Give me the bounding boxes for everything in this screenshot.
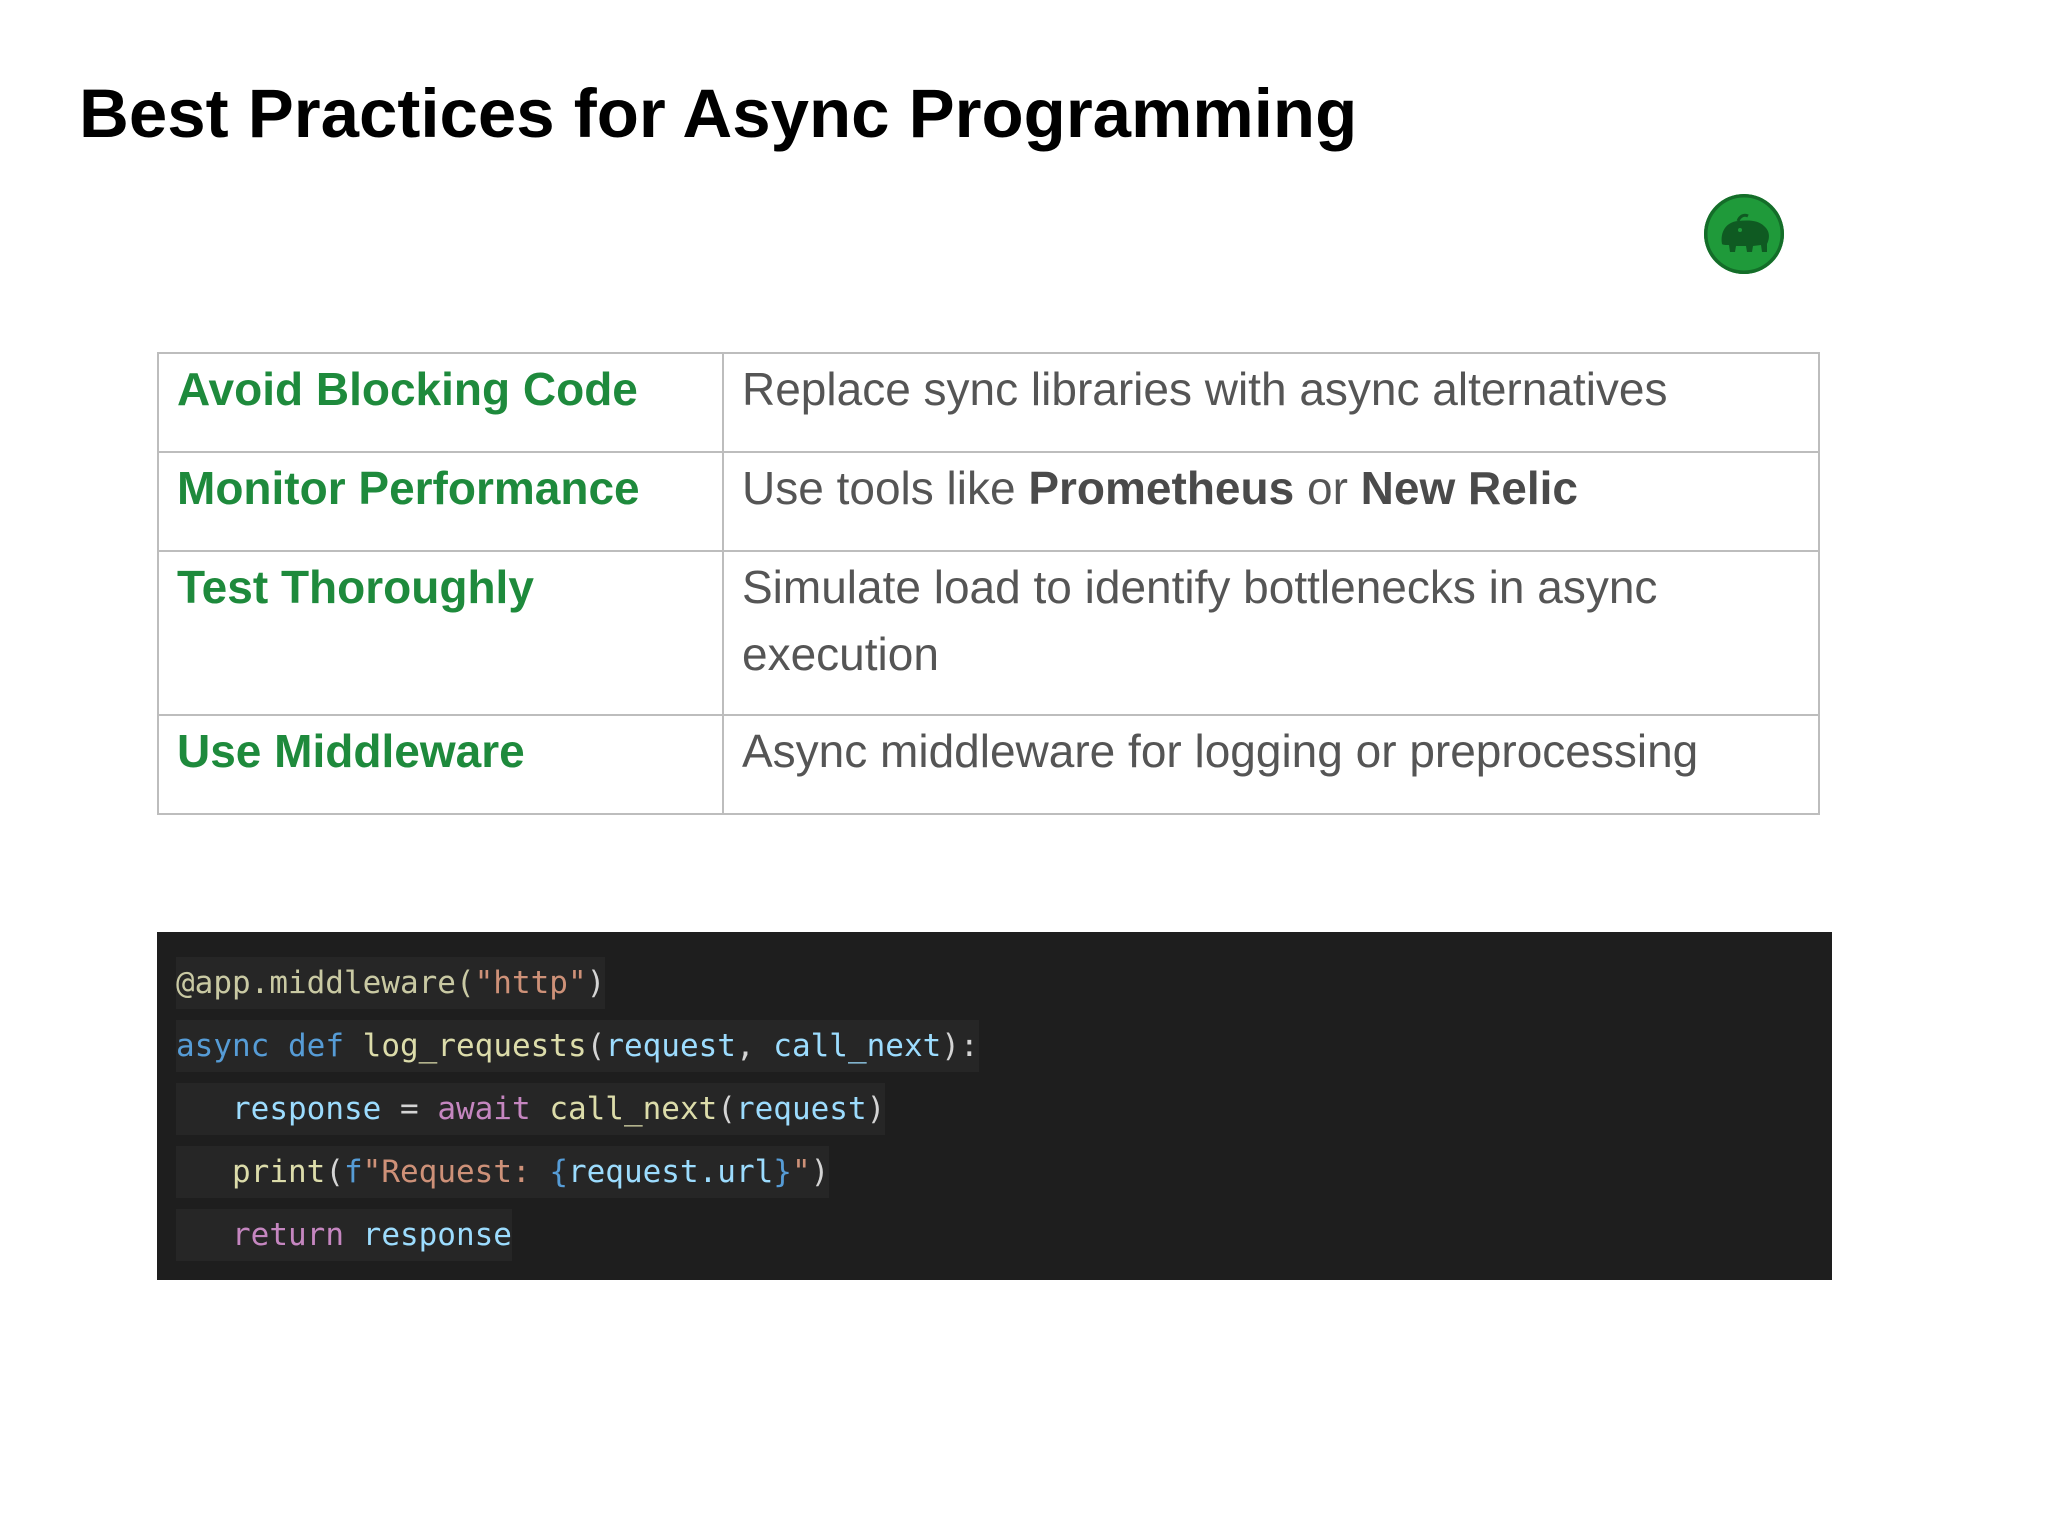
- code-line-content: return response: [176, 1208, 512, 1261]
- practice-name: Monitor Performance: [157, 451, 724, 552]
- code-punctuation: ): [586, 964, 606, 1001]
- code-line-content: response = await call_next(request): [176, 1082, 886, 1135]
- code-line: return response: [176, 1202, 1814, 1265]
- code-function: log_requests: [362, 1027, 587, 1064]
- practice-description: Async middleware for logging or preproce…: [722, 714, 1820, 815]
- table-row: Use Middleware Async middleware for logg…: [157, 714, 1820, 815]
- code-keyword: def: [288, 1027, 344, 1064]
- code-parameter: request: [605, 1027, 736, 1064]
- code-line-content: print(f"Request: {request.url}"): [176, 1145, 830, 1198]
- code-line: response = await call_next(request): [176, 1076, 1814, 1139]
- code-punctuation: ): [866, 1090, 886, 1127]
- description-text: or: [1294, 462, 1361, 514]
- code-expression: request.url: [567, 1153, 774, 1190]
- table-row: Avoid Blocking Code Replace sync librari…: [157, 352, 1820, 453]
- practice-description: Use tools like Prometheus or New Relic: [722, 451, 1820, 552]
- code-line: print(f"Request: {request.url}"): [176, 1139, 1814, 1202]
- practice-name: Avoid Blocking Code: [157, 352, 724, 453]
- code-decorator: @app.middleware(: [176, 964, 475, 1001]
- logo: [1704, 194, 1784, 274]
- practice-name: Use Middleware: [157, 714, 724, 815]
- code-punctuation: ,: [735, 1027, 774, 1064]
- code-function: call_next: [549, 1090, 718, 1127]
- tool-name: New Relic: [1360, 462, 1578, 514]
- code-variable: response: [232, 1090, 382, 1127]
- code-punctuation: (: [717, 1090, 736, 1127]
- code-line-content: @app.middleware("http"): [176, 956, 606, 1009]
- code-brace: {: [549, 1153, 568, 1190]
- code-line: async def log_requests(request, call_nex…: [176, 1013, 1814, 1076]
- code-fstring-prefix: f: [344, 1153, 363, 1190]
- table-row: Test Thoroughly Simulate load to identif…: [157, 550, 1820, 716]
- code-punctuation: (: [586, 1027, 606, 1064]
- elephant-icon: [1704, 194, 1784, 274]
- code-brace: }: [773, 1153, 792, 1190]
- code-keyword: await: [437, 1090, 531, 1127]
- code-string: ": [791, 1153, 811, 1190]
- practice-description: Replace sync libraries with async altern…: [722, 352, 1820, 453]
- code-variable: request: [735, 1090, 867, 1127]
- code-operator: =: [381, 1090, 438, 1127]
- tool-name: Prometheus: [1028, 462, 1295, 514]
- code-keyword: return: [232, 1216, 344, 1253]
- code-punctuation: (: [325, 1153, 344, 1190]
- code-block: @app.middleware("http") async def log_re…: [157, 932, 1832, 1280]
- table-row: Monitor Performance Use tools like Prome…: [157, 451, 1820, 552]
- code-punctuation: ): [810, 1153, 830, 1190]
- code-punctuation: ):: [941, 1027, 979, 1064]
- description-text: Use tools like: [742, 462, 1029, 514]
- code-line-content: async def log_requests(request, call_nex…: [176, 1019, 979, 1072]
- page-title: Best Practices for Async Programming: [79, 75, 1358, 152]
- code-line: @app.middleware("http"): [176, 950, 1814, 1013]
- code-string: "Request:: [362, 1153, 550, 1190]
- code-keyword: async: [176, 1027, 270, 1064]
- code-function: print: [232, 1153, 326, 1190]
- code-string: "http": [474, 964, 587, 1001]
- practice-name: Test Thoroughly: [157, 550, 724, 716]
- code-variable: response: [362, 1216, 512, 1253]
- practice-description: Simulate load to identify bottlenecks in…: [722, 550, 1820, 716]
- code-parameter: call_next: [773, 1027, 942, 1064]
- best-practices-table: Avoid Blocking Code Replace sync librari…: [157, 352, 1820, 815]
